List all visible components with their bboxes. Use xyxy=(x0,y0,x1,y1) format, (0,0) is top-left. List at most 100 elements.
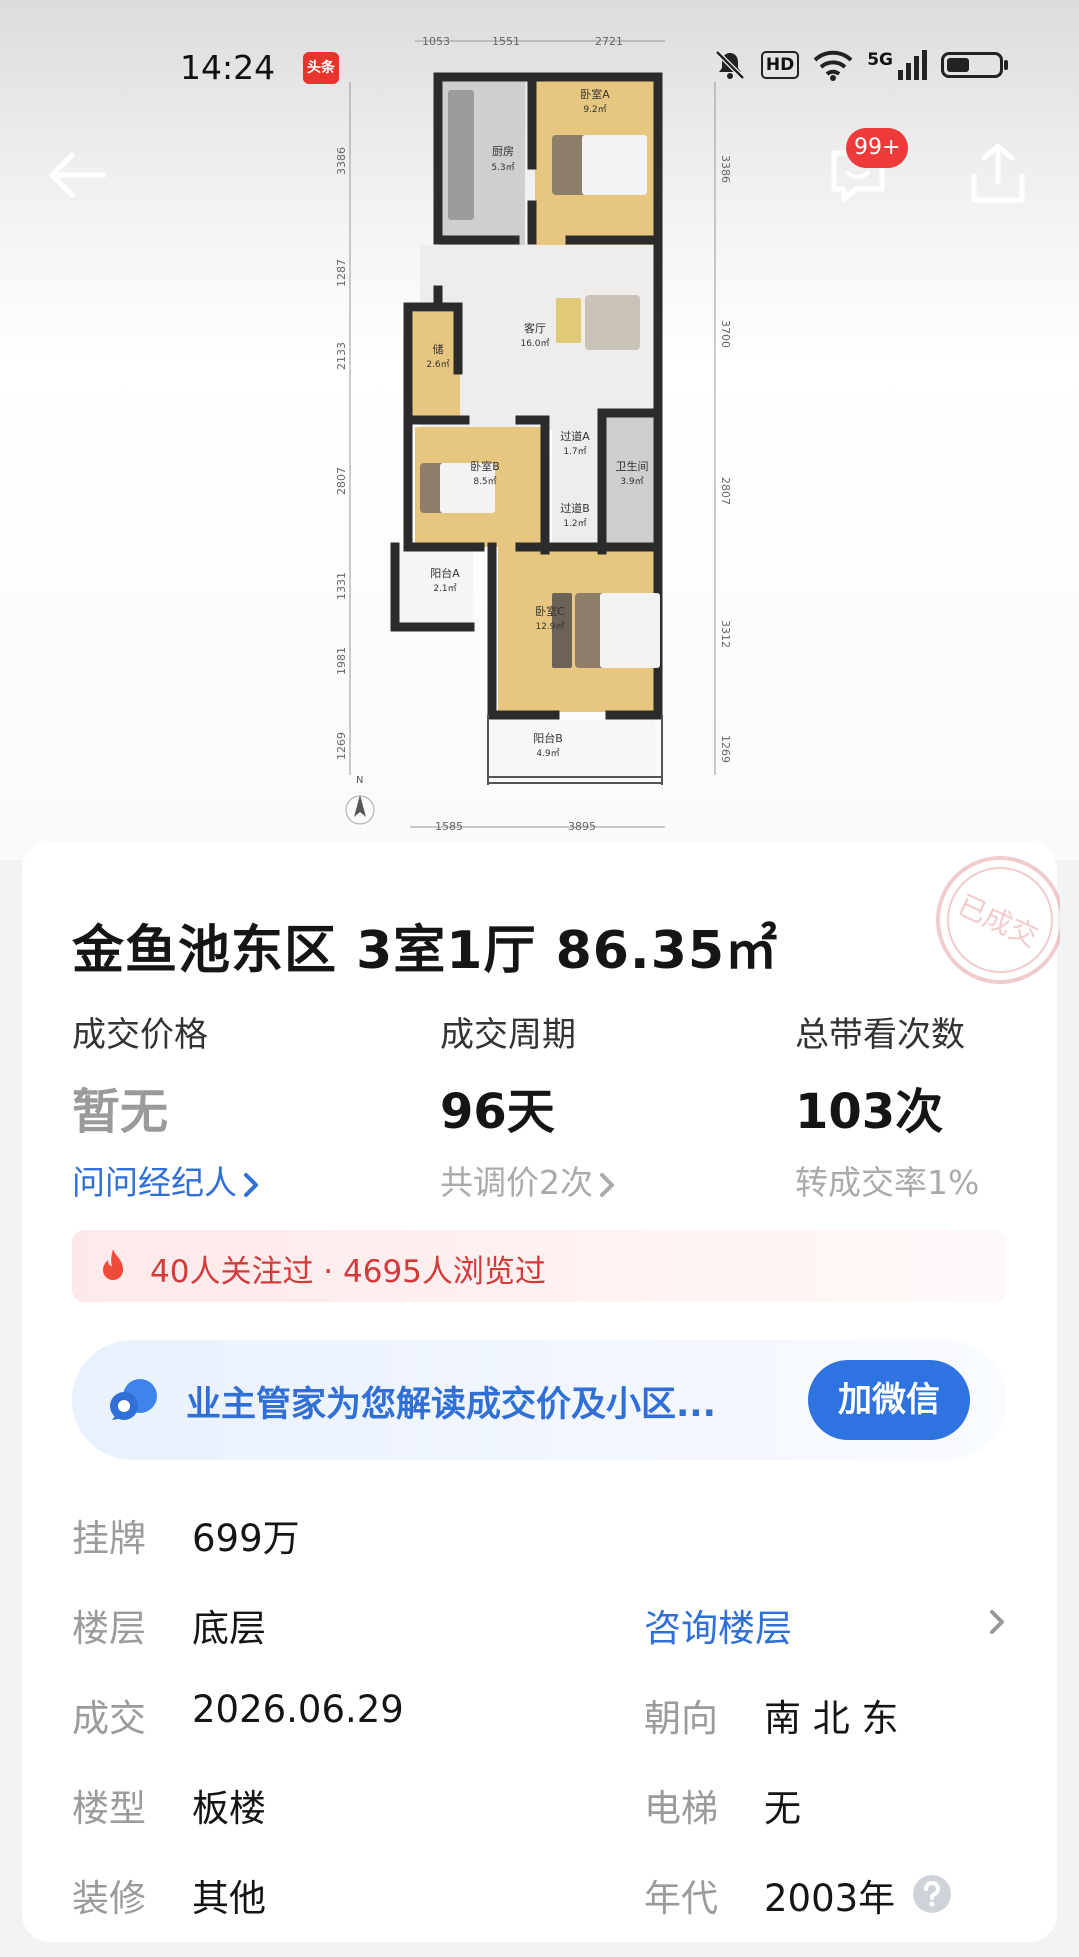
help-icon[interactable] xyxy=(912,1874,952,1914)
chevron-right-icon xyxy=(600,1172,614,1197)
info-key: 楼层 xyxy=(72,1607,146,1650)
dim-left-7: 1269 xyxy=(335,732,348,760)
info-value: 南 北 东 xyxy=(764,1697,899,1740)
dim-right-3: 2807 xyxy=(719,477,732,505)
info-row-building-type: 楼型 板楼 电梯 无 xyxy=(22,1778,1057,1838)
stat-label: 成交价格 xyxy=(72,1015,208,1055)
attention-text: 40人关注过 · 4695人浏览过 xyxy=(150,1254,546,1290)
ask-agent-link[interactable]: 问问经纪人 xyxy=(72,1156,259,1204)
advisor-text: 业主管家为您解读成交价及小区... xyxy=(186,1385,716,1425)
info-value: 699万 xyxy=(192,1517,300,1560)
dim-top-2: 1551 xyxy=(492,35,520,48)
info-row-listing-price: 挂牌 699万 xyxy=(22,1508,1057,1568)
room-label-balcony-a: 阳台A xyxy=(430,566,460,580)
room-label-balcony-b: 阳台B xyxy=(533,731,563,745)
dim-left-3: 2133 xyxy=(335,342,348,370)
info-value: 底层 xyxy=(192,1607,266,1650)
stat-label: 成交周期 xyxy=(440,1015,576,1055)
ask-agent-label: 问问经纪人 xyxy=(72,1163,237,1202)
dim-left-2: 1287 xyxy=(335,259,348,287)
battery-icon xyxy=(941,52,1008,78)
dim-right-1: 3386 xyxy=(719,155,732,183)
stat-label: 总带看次数 xyxy=(795,1015,965,1055)
fire-icon xyxy=(103,1249,123,1280)
room-area-living: 16.0㎡ xyxy=(520,338,549,349)
dim-left-5: 1331 xyxy=(335,572,348,600)
room-area-kitchen: 5.3㎡ xyxy=(491,162,514,173)
room-area-bedroom-c: 12.9㎡ xyxy=(535,621,564,632)
stat-deal-price: 成交价格 暂无 问问经纪人 xyxy=(72,1007,259,1204)
room-label-bedroom-a: 卧室A xyxy=(580,87,610,101)
room-label-kitchen: 厨房 xyxy=(492,145,514,158)
chevron-right-icon[interactable] xyxy=(988,1608,1006,1636)
advisor-banner[interactable]: 业主管家为您解读成交价及小区... 加微信 xyxy=(72,1340,1007,1460)
listing-card: 已成交 金鱼池东区 3室1厅 86.35㎡ 成交价格 暂无 问问经纪人 成交周期… xyxy=(22,842,1060,1942)
dim-left-4: 2807 xyxy=(335,467,348,495)
add-wechat-button[interactable]: 加微信 xyxy=(808,1360,970,1440)
wifi-icon xyxy=(813,50,853,81)
conversion-rate: 转成交率1% xyxy=(795,1163,980,1202)
dim-left-1: 3386 xyxy=(335,147,348,175)
north-arrow-icon: N xyxy=(345,775,375,825)
stat-value: 96天 xyxy=(440,1084,555,1140)
info-value: 无 xyxy=(764,1787,801,1830)
info-key: 装修 xyxy=(72,1877,146,1920)
info-row-decoration: 装修 其他 年代 2003年 xyxy=(22,1868,1057,1928)
room-area-hall-a: 1.7㎡ xyxy=(563,446,586,457)
dim-right-2: 3700 xyxy=(719,320,732,348)
price-adjust-label: 共调价2次 xyxy=(440,1163,593,1202)
network-label: 5G xyxy=(867,50,893,70)
dim-left-6: 1981 xyxy=(335,647,348,675)
dim-right-4: 3312 xyxy=(719,620,732,648)
room-label-bedroom-c: 卧室C xyxy=(535,604,565,618)
room-label-living: 客厅 xyxy=(524,321,546,335)
sold-stamp-text: 已成交 xyxy=(953,888,1043,953)
signal-5g-icon: 5G xyxy=(867,50,927,80)
info-value: 其他 xyxy=(192,1877,266,1920)
room-area-balcony-a: 2.1㎡ xyxy=(433,583,456,594)
info-row-deal-date: 成交 2026.06.29 朝向 南 北 东 xyxy=(22,1688,1057,1748)
room-area-bathroom: 3.9㎡ xyxy=(620,476,643,487)
status-time: 14:24 xyxy=(180,48,276,87)
listing-title: 金鱼池东区 3室1厅 86.35㎡ xyxy=(72,921,779,981)
info-key: 年代 xyxy=(644,1877,718,1920)
consult-floor-link[interactable]: 咨询楼层 xyxy=(644,1598,792,1652)
info-value: 板楼 xyxy=(192,1787,266,1830)
dim-top-1: 1053 xyxy=(422,35,450,48)
price-adjust-link[interactable]: 共调价2次 xyxy=(440,1156,615,1204)
back-arrow-icon[interactable] xyxy=(46,150,108,200)
message-count-badge: 99+ xyxy=(846,128,909,168)
attention-bar: 40人关注过 · 4695人浏览过 xyxy=(72,1230,1007,1302)
status-icons: HD 5G xyxy=(713,48,1008,82)
share-icon[interactable] xyxy=(966,140,1030,208)
floor-plan-drawing: 1053 1551 2721 1585 3895 3386 1287 2133 … xyxy=(335,35,732,830)
room-label-bedroom-b: 卧室B xyxy=(470,459,500,473)
stat-value: 暂无 xyxy=(72,1084,169,1140)
room-label-hall-a: 过道A xyxy=(560,429,590,443)
stat-deal-cycle: 成交周期 96天 共调价2次 xyxy=(440,1007,615,1204)
room-label-storage: 储 xyxy=(433,342,444,356)
info-value: 2003年 xyxy=(764,1877,896,1920)
info-key: 成交 xyxy=(72,1697,146,1740)
north-label: N xyxy=(356,775,363,786)
dim-top-3: 2721 xyxy=(595,35,623,48)
stat-viewings: 总带看次数 103次 转成交率1% xyxy=(795,1007,979,1204)
info-key: 朝向 xyxy=(644,1697,718,1740)
info-value: 2026.06.29 xyxy=(192,1688,404,1731)
room-label-bathroom: 卫生间 xyxy=(616,459,649,473)
dim-right-5: 1269 xyxy=(719,735,732,763)
sold-stamp: 已成交 xyxy=(936,856,1060,984)
room-area-bedroom-a: 9.2㎡ xyxy=(583,104,606,115)
dim-bottom-1: 1585 xyxy=(435,820,463,830)
room-area-bedroom-b: 8.5㎡ xyxy=(473,476,496,487)
chevron-right-icon xyxy=(244,1172,258,1197)
hd-icon: HD xyxy=(760,51,800,79)
info-key: 楼型 xyxy=(72,1787,146,1830)
chat-bubble-icon xyxy=(110,1379,157,1420)
room-label-hall-b: 过道B xyxy=(560,501,590,515)
info-key: 挂牌 xyxy=(72,1517,146,1560)
floorplan-hero[interactable]: 14:24 头条 HD 5G 99+ 1053 1551 2721 1585 3… xyxy=(0,0,1079,860)
stat-value: 103次 xyxy=(795,1084,944,1140)
dim-bottom-2: 3895 xyxy=(568,820,596,830)
room-area-storage: 2.6㎡ xyxy=(426,359,449,370)
